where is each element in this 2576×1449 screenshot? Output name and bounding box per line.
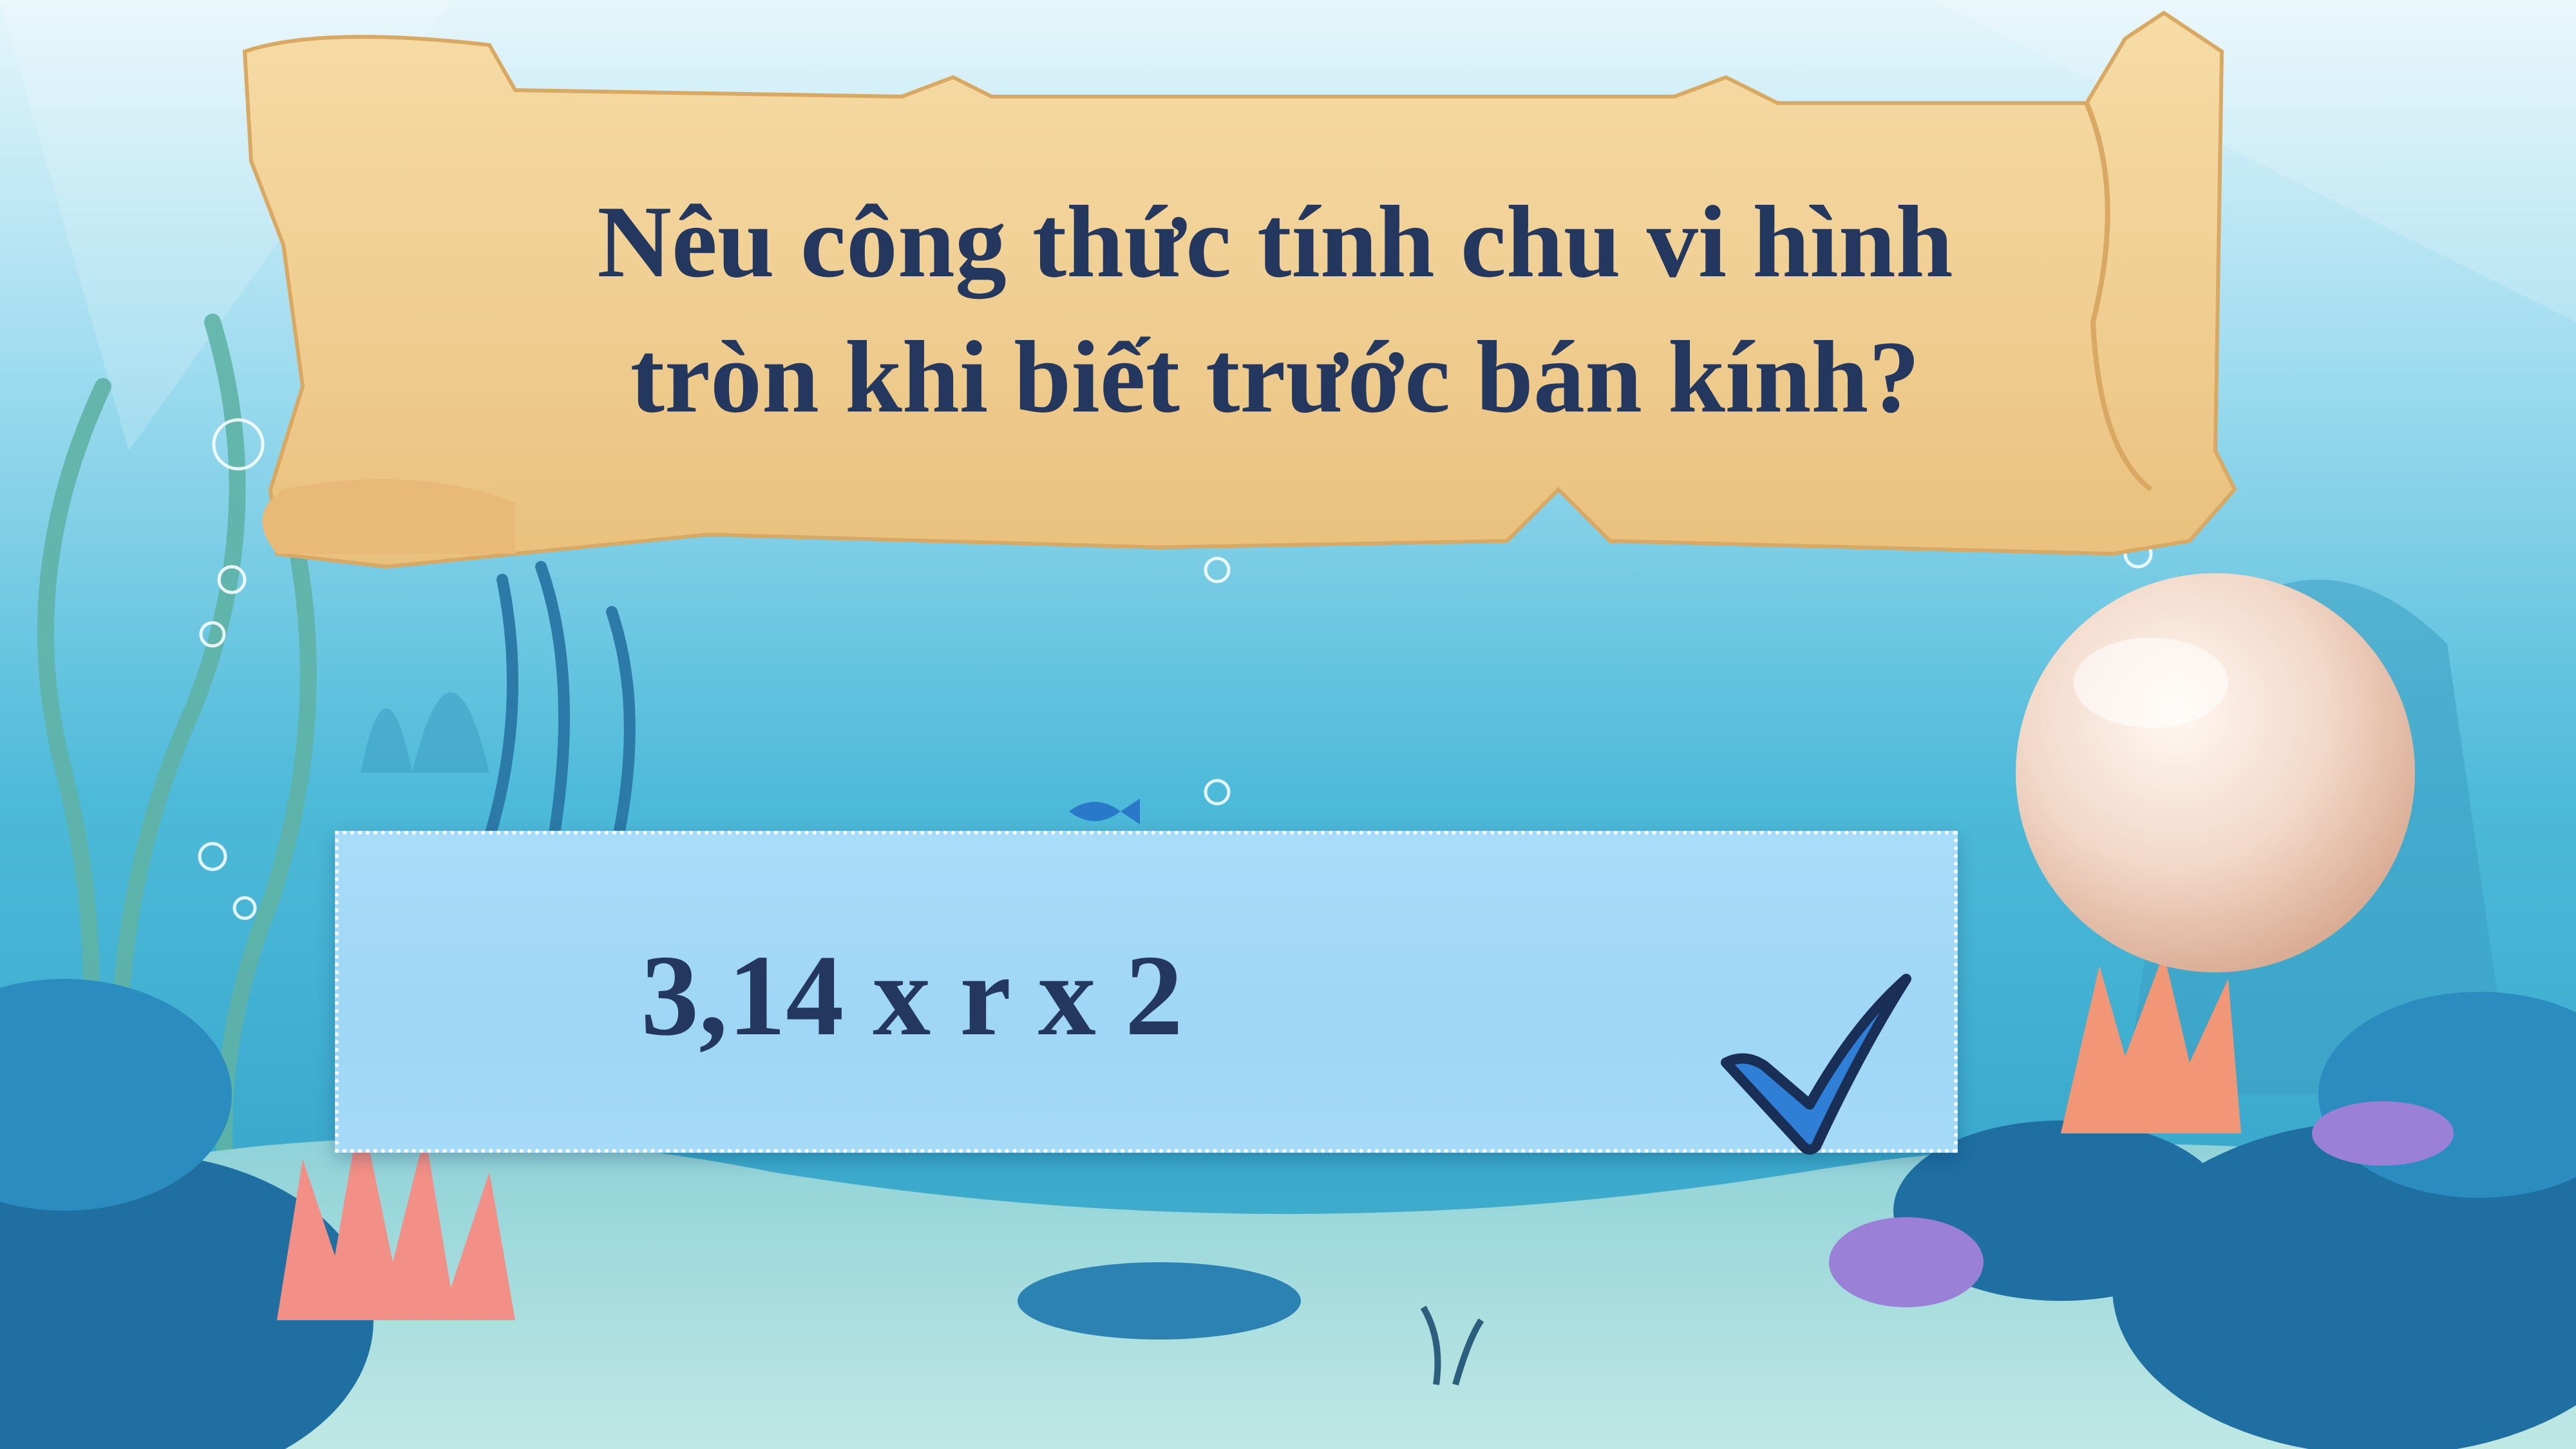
- game-scene: Nêu công thức tính chu vi hình tròn khi …: [0, 0, 2576, 1449]
- answer-text: 3,14 x r x 2: [641, 931, 1183, 1059]
- checkmark-icon: [1721, 974, 1911, 1155]
- question-line-1: Nêu công thức tính chu vi hình: [597, 184, 1953, 299]
- question-line-2: tròn khi biết trước bán kính?: [630, 319, 1920, 434]
- question-text: Nêu công thức tính chu vi hình tròn khi …: [361, 174, 2190, 444]
